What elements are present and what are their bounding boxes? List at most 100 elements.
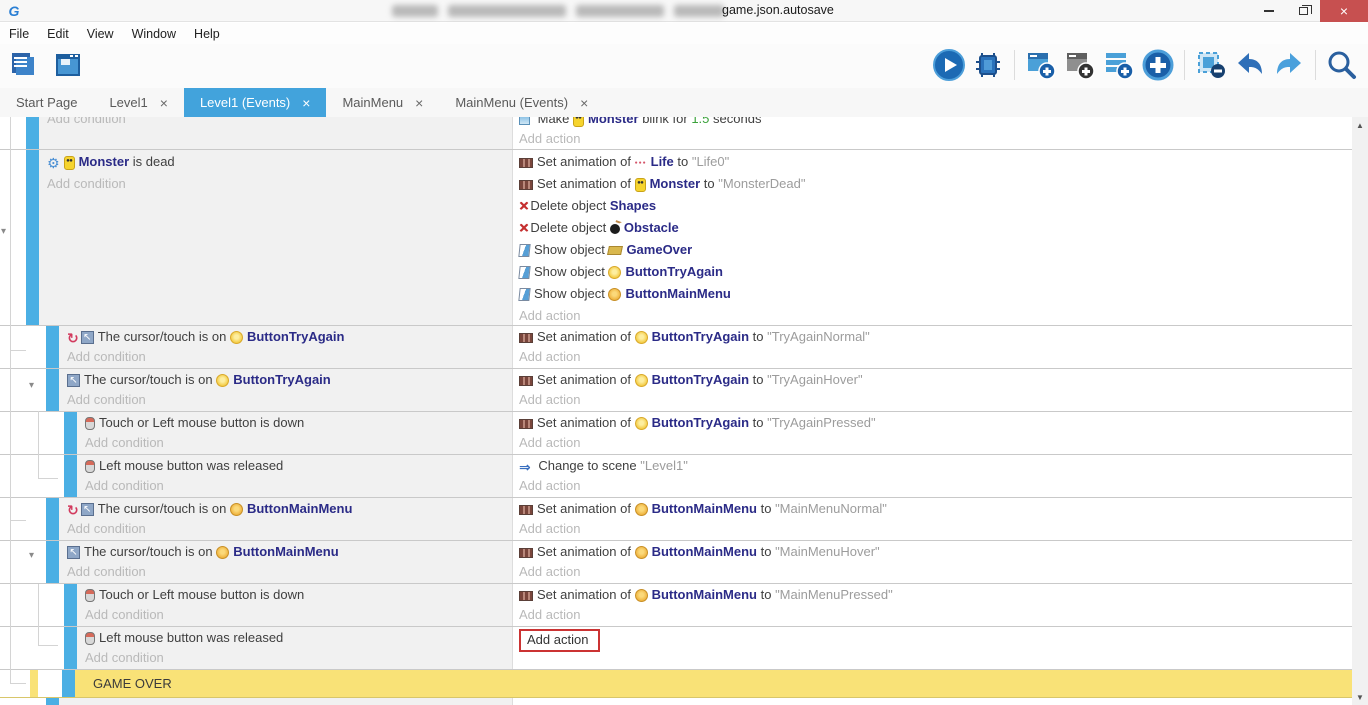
event-line[interactable]: Add action <box>519 628 1352 648</box>
tab-mainmenu[interactable]: MainMenu× <box>326 88 439 117</box>
menu-help[interactable]: Help <box>185 25 229 43</box>
tab-close-icon[interactable]: × <box>415 95 423 111</box>
event-select-bar[interactable] <box>62 670 75 697</box>
actions-cell[interactable]: Make Monster blink for 1.5 secondsAdd ac… <box>512 117 1352 149</box>
actions-cell[interactable]: ⇒ Change to scene "Level1"Add action <box>512 455 1352 497</box>
event-line[interactable]: Add action <box>519 347 1352 367</box>
conditions-cell[interactable]: ⚙Monster is deadAdd condition <box>39 150 512 325</box>
conditions-cell[interactable]: Left mouse button was releasedAdd condit… <box>77 455 512 497</box>
event-line[interactable]: Add action <box>519 433 1352 453</box>
event-select-bar[interactable] <box>64 455 77 497</box>
event-line[interactable]: Add condition <box>85 433 512 453</box>
event-line[interactable]: Add condition <box>85 476 512 496</box>
scroll-down-icon[interactable]: ▼ <box>1352 689 1368 705</box>
event-line[interactable]: Set animation of ButtonTryAgain to "TryA… <box>519 327 1352 347</box>
tab-mainmenu-events-[interactable]: MainMenu (Events)× <box>439 88 604 117</box>
project-manager-icon[interactable] <box>8 49 40 81</box>
conditions-cell[interactable] <box>59 698 512 705</box>
actions-cell[interactable]: Set animation of ButtonMainMenu to "Main… <box>512 541 1352 583</box>
actions-cell[interactable]: Set animation of ●●●Life to "Life0"Set a… <box>512 150 1352 325</box>
event-line[interactable]: Add action <box>519 605 1352 625</box>
undo-icon[interactable] <box>1234 49 1266 81</box>
event-line[interactable]: Touch or Left mouse button is down <box>85 585 512 605</box>
event-select-bar[interactable] <box>46 541 59 583</box>
event-line[interactable]: Add condition <box>67 390 512 410</box>
actions-cell[interactable]: Set animation of ButtonMainMenu to "Main… <box>512 498 1352 540</box>
tab-level1[interactable]: Level1× <box>93 88 184 117</box>
event-line[interactable]: Add action <box>519 390 1352 410</box>
tab-level1-events-[interactable]: Level1 (Events)× <box>184 88 327 117</box>
tab-start-page[interactable]: Start Page <box>0 88 93 117</box>
comment-text[interactable]: GAME OVER <box>75 670 1352 697</box>
event-select-bar[interactable] <box>26 150 39 325</box>
collapse-icon[interactable]: ▾ <box>29 551 34 561</box>
event-line[interactable]: ⚙Monster is dead <box>47 151 512 173</box>
event-select-bar[interactable] <box>64 584 77 626</box>
actions-cell[interactable]: Set animation of ButtonTryAgain to "TryA… <box>512 369 1352 411</box>
event-line[interactable]: Add condition <box>67 562 512 582</box>
actions-cell[interactable]: Add action <box>512 627 1352 669</box>
search-icon[interactable] <box>1326 49 1358 81</box>
event-line[interactable]: Make Monster blink for 1.5 seconds <box>519 117 1352 129</box>
conditions-cell[interactable]: ↖The cursor/touch is on ButtonTryAgainAd… <box>59 369 512 411</box>
conditions-cell[interactable]: Touch or Left mouse button is downAdd co… <box>77 584 512 626</box>
event-line[interactable]: ⇒ Change to scene "Level1" <box>519 456 1352 476</box>
event-line[interactable]: Set animation of ButtonMainMenu to "Main… <box>519 542 1352 562</box>
event-select-bar[interactable] <box>26 117 39 149</box>
event-line[interactable]: Set animation of ButtonTryAgain to "TryA… <box>519 370 1352 390</box>
minimize-button[interactable] <box>1252 0 1286 22</box>
event-line[interactable]: Show object ButtonMainMenu <box>519 283 1352 305</box>
event-line[interactable]: Add condition <box>85 605 512 625</box>
vertical-scrollbar[interactable]: ▲ ▼ <box>1352 117 1368 705</box>
actions-cell[interactable] <box>512 698 1352 705</box>
event-line[interactable]: Add condition <box>67 519 512 539</box>
event-line[interactable]: Left mouse button was released <box>85 628 512 648</box>
menu-edit[interactable]: Edit <box>38 25 78 43</box>
event-line[interactable]: Add action <box>519 519 1352 539</box>
event-line[interactable]: Add action <box>519 305 1352 325</box>
actions-cell[interactable]: Set animation of ButtonMainMenu to "Main… <box>512 584 1352 626</box>
actions-cell[interactable]: Set animation of ButtonTryAgain to "TryA… <box>512 326 1352 368</box>
event-line[interactable]: Show object ButtonTryAgain <box>519 261 1352 283</box>
conditions-cell[interactable]: Touch or Left mouse button is downAdd co… <box>77 412 512 454</box>
event-select-bar[interactable] <box>46 698 59 705</box>
debug-icon[interactable] <box>972 49 1004 81</box>
redo-icon[interactable] <box>1273 49 1305 81</box>
event-line[interactable]: Add condition <box>47 173 512 195</box>
add-event-icon[interactable] <box>1025 49 1057 81</box>
add-comment-icon[interactable] <box>1064 49 1096 81</box>
event-line[interactable]: Set animation of ButtonMainMenu to "Main… <box>519 585 1352 605</box>
add-action-highlight[interactable]: Add action <box>519 629 600 652</box>
event-line[interactable]: Set animation of ●●●Life to "Life0" <box>519 151 1352 173</box>
event-line[interactable]: Set animation of ButtonTryAgain to "TryA… <box>519 413 1352 433</box>
conditions-cell[interactable]: ↻↖The cursor/touch is on ButtonTryAgainA… <box>59 326 512 368</box>
event-line[interactable]: Add action <box>519 129 1352 149</box>
event-line[interactable]: Add condition <box>47 117 512 129</box>
menu-view[interactable]: View <box>78 25 123 43</box>
event-select-bar[interactable] <box>64 627 77 669</box>
add-subevent-icon[interactable] <box>1103 49 1135 81</box>
tab-close-icon[interactable]: × <box>580 95 588 111</box>
scene-editor-window-icon[interactable] <box>52 49 84 81</box>
tab-close-icon[interactable]: × <box>302 95 310 111</box>
event-line[interactable]: ↻↖The cursor/touch is on ButtonMainMenu <box>67 499 512 519</box>
menu-file[interactable]: File <box>0 25 38 43</box>
conditions-cell[interactable]: Add condition <box>39 117 512 149</box>
event-line[interactable]: ×Delete object Obstacle <box>519 217 1352 239</box>
event-select-bar[interactable] <box>64 412 77 454</box>
event-select-bar[interactable] <box>46 369 59 411</box>
event-line[interactable]: Set animation of ButtonMainMenu to "Main… <box>519 499 1352 519</box>
event-line[interactable]: Add action <box>519 562 1352 582</box>
restore-button[interactable] <box>1286 0 1320 22</box>
conditions-cell[interactable]: ↖The cursor/touch is on ButtonMainMenuAd… <box>59 541 512 583</box>
event-line[interactable]: ↖The cursor/touch is on ButtonMainMenu <box>67 542 512 562</box>
event-line[interactable]: ×Delete object Shapes <box>519 195 1352 217</box>
preview-play-icon[interactable] <box>933 49 965 81</box>
event-select-bar[interactable] <box>46 498 59 540</box>
collapse-icon[interactable]: ▾ <box>29 381 34 391</box>
event-line[interactable]: ↻↖The cursor/touch is on ButtonTryAgain <box>67 327 512 347</box>
collapse-icon[interactable]: ▾ <box>1 227 6 237</box>
actions-cell[interactable]: Set animation of ButtonTryAgain to "TryA… <box>512 412 1352 454</box>
scroll-up-icon[interactable]: ▲ <box>1352 117 1368 133</box>
event-line[interactable]: Touch or Left mouse button is down <box>85 413 512 433</box>
